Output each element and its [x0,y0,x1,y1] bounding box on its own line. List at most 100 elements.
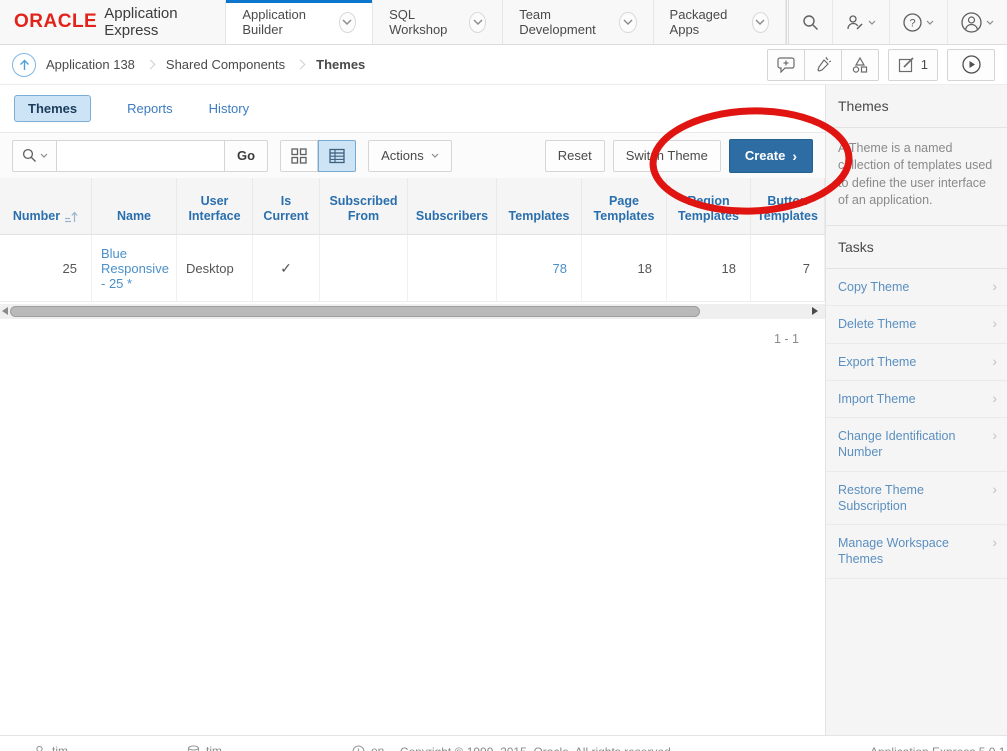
cell-subscribers [408,235,497,302]
search-control: Go [12,140,268,172]
chevron-down-icon [868,20,876,25]
chevron-down-icon [986,20,994,25]
administration-menu-button[interactable] [832,0,889,44]
edit-pencil-icon [898,56,915,73]
chevron-right-icon: › [992,279,997,294]
column-header-region-templates[interactable]: Region Templates [667,178,751,235]
cell-name: Blue Responsive - 25 * [92,235,177,302]
chevron-right-icon: › [992,428,997,443]
task-manage-workspace-themes[interactable]: Manage Workspace Themes › [826,525,1007,579]
tab-themes[interactable]: Themes [14,95,91,122]
svg-text:?: ? [909,17,915,29]
column-header-page-templates[interactable]: Page Templates [582,178,667,235]
nav-tab-team-development[interactable]: Team Development [502,0,652,44]
main-content: Themes Reports History Go [0,85,825,735]
breadcrumb-application[interactable]: Application 138 [46,57,135,72]
cell-templates: 78 [497,235,582,302]
footer-version: Application Express 5.0.1.00.45 [870,745,1007,751]
chevron-down-icon [926,20,934,25]
horizontal-scrollbar[interactable] [0,304,825,319]
edit-page-button[interactable]: 1 [888,49,938,81]
search-icon [802,14,819,31]
up-level-button[interactable] [12,53,36,77]
chevron-down-icon[interactable] [339,12,356,33]
feedback-button[interactable] [767,49,805,81]
cell-button-templates: 7 [751,235,825,302]
account-menu-button[interactable] [947,0,1007,44]
top-utility-icons: ? [786,0,1007,44]
help-question-icon: ? [903,13,922,32]
chevron-down-icon[interactable] [752,12,769,33]
actions-menu-button[interactable]: Actions [368,140,452,172]
edit-page-number: 1 [921,57,928,72]
icon-view-button[interactable] [280,140,318,172]
task-change-identification-number[interactable]: Change Identification Number › [826,418,1007,472]
templates-count-link[interactable]: 78 [553,261,567,276]
tab-history[interactable]: History [209,101,249,116]
column-header-subscribers[interactable]: Subscribers [408,178,497,235]
scroll-right-arrow-icon[interactable] [812,307,818,315]
breadcrumb-themes: Themes [316,57,365,72]
scrollbar-thumb[interactable] [10,306,700,317]
shapes-icon [851,56,869,74]
themes-report-table: Number Name User Interface Is Current Su… [0,178,825,302]
scroll-left-arrow-icon[interactable] [2,307,8,315]
column-header-number[interactable]: Number [0,178,92,235]
cell-page-templates: 18 [582,235,667,302]
main-nav-tabs: Application Builder SQL Workshop Team De… [225,0,786,44]
column-header-subscribed-from[interactable]: Subscribed From [320,178,408,235]
switch-theme-button[interactable]: Switch Theme [613,140,721,172]
go-button[interactable]: Go [225,140,268,172]
help-menu-button[interactable]: ? [889,0,947,44]
nav-tab-application-builder[interactable]: Application Builder [225,0,372,44]
grid-view-icon [291,148,307,164]
sidebar-about-text: A Theme is a named collection of templat… [826,128,1007,226]
column-header-is-current[interactable]: Is Current [253,178,320,235]
report-view-button[interactable] [318,140,356,172]
chevron-down-icon [40,153,48,158]
run-play-icon [962,55,981,74]
toolbar-right-buttons: Reset Switch Theme Create › [545,139,813,173]
column-header-templates[interactable]: Templates [497,178,582,235]
reset-button[interactable]: Reset [545,140,605,172]
nav-tab-packaged-apps[interactable]: Packaged Apps [653,0,786,44]
breadcrumb-shared-components[interactable]: Shared Components [166,57,285,72]
pagination-label: 1 - 1 [0,319,825,346]
task-restore-theme-subscription[interactable]: Restore Theme Subscription › [826,472,1007,526]
column-header-button-templates[interactable]: Button Templates [751,178,825,235]
run-page-button[interactable] [947,49,995,81]
cell-region-templates: 18 [667,235,751,302]
top-navigation-bar: ORACLE Application Express Application B… [0,0,1007,45]
search-column-selector[interactable] [12,140,57,172]
theme-name-link[interactable]: Blue Responsive - 25 * [101,246,169,291]
search-button[interactable] [786,0,832,44]
chevron-right-icon: › [992,391,997,406]
spotlight-button[interactable] [805,49,842,81]
footer-schema: tim [187,744,222,751]
nav-tab-sql-workshop[interactable]: SQL Workshop [372,0,502,44]
column-header-name[interactable]: Name [92,178,177,235]
chevron-down-icon[interactable] [469,12,486,33]
page-footer: tim tim en Copyright © 1999, 2015, Oracl… [0,735,1007,751]
search-input[interactable] [57,140,225,172]
page-action-buttons: 1 [767,49,995,81]
tab-reports[interactable]: Reports [127,101,173,116]
create-button[interactable]: Create › [729,139,813,173]
breadcrumb-separator-icon [296,60,306,70]
task-import-theme[interactable]: Import Theme › [826,381,1007,418]
right-sidebar: Themes A Theme is a named collection of … [825,85,1007,735]
oracle-apex-logo: ORACLE Application Express [0,0,225,44]
breadcrumb-separator-icon [145,60,155,70]
task-delete-theme[interactable]: Delete Theme › [826,306,1007,343]
footer-language: en [352,744,384,751]
chevron-right-icon: › [992,354,997,369]
region-tabs: Themes Reports History [0,85,825,133]
column-header-user-interface[interactable]: User Interface [177,178,253,235]
task-export-theme[interactable]: Export Theme › [826,344,1007,381]
chevron-down-icon[interactable] [619,12,636,33]
shared-components-button[interactable] [842,49,879,81]
cell-user-interface: Desktop [177,235,253,302]
footer-copyright: Copyright © 1999, 2015, Oracle. All righ… [400,745,674,751]
chevron-right-icon: › [992,482,997,497]
task-copy-theme[interactable]: Copy Theme › [826,269,1007,306]
